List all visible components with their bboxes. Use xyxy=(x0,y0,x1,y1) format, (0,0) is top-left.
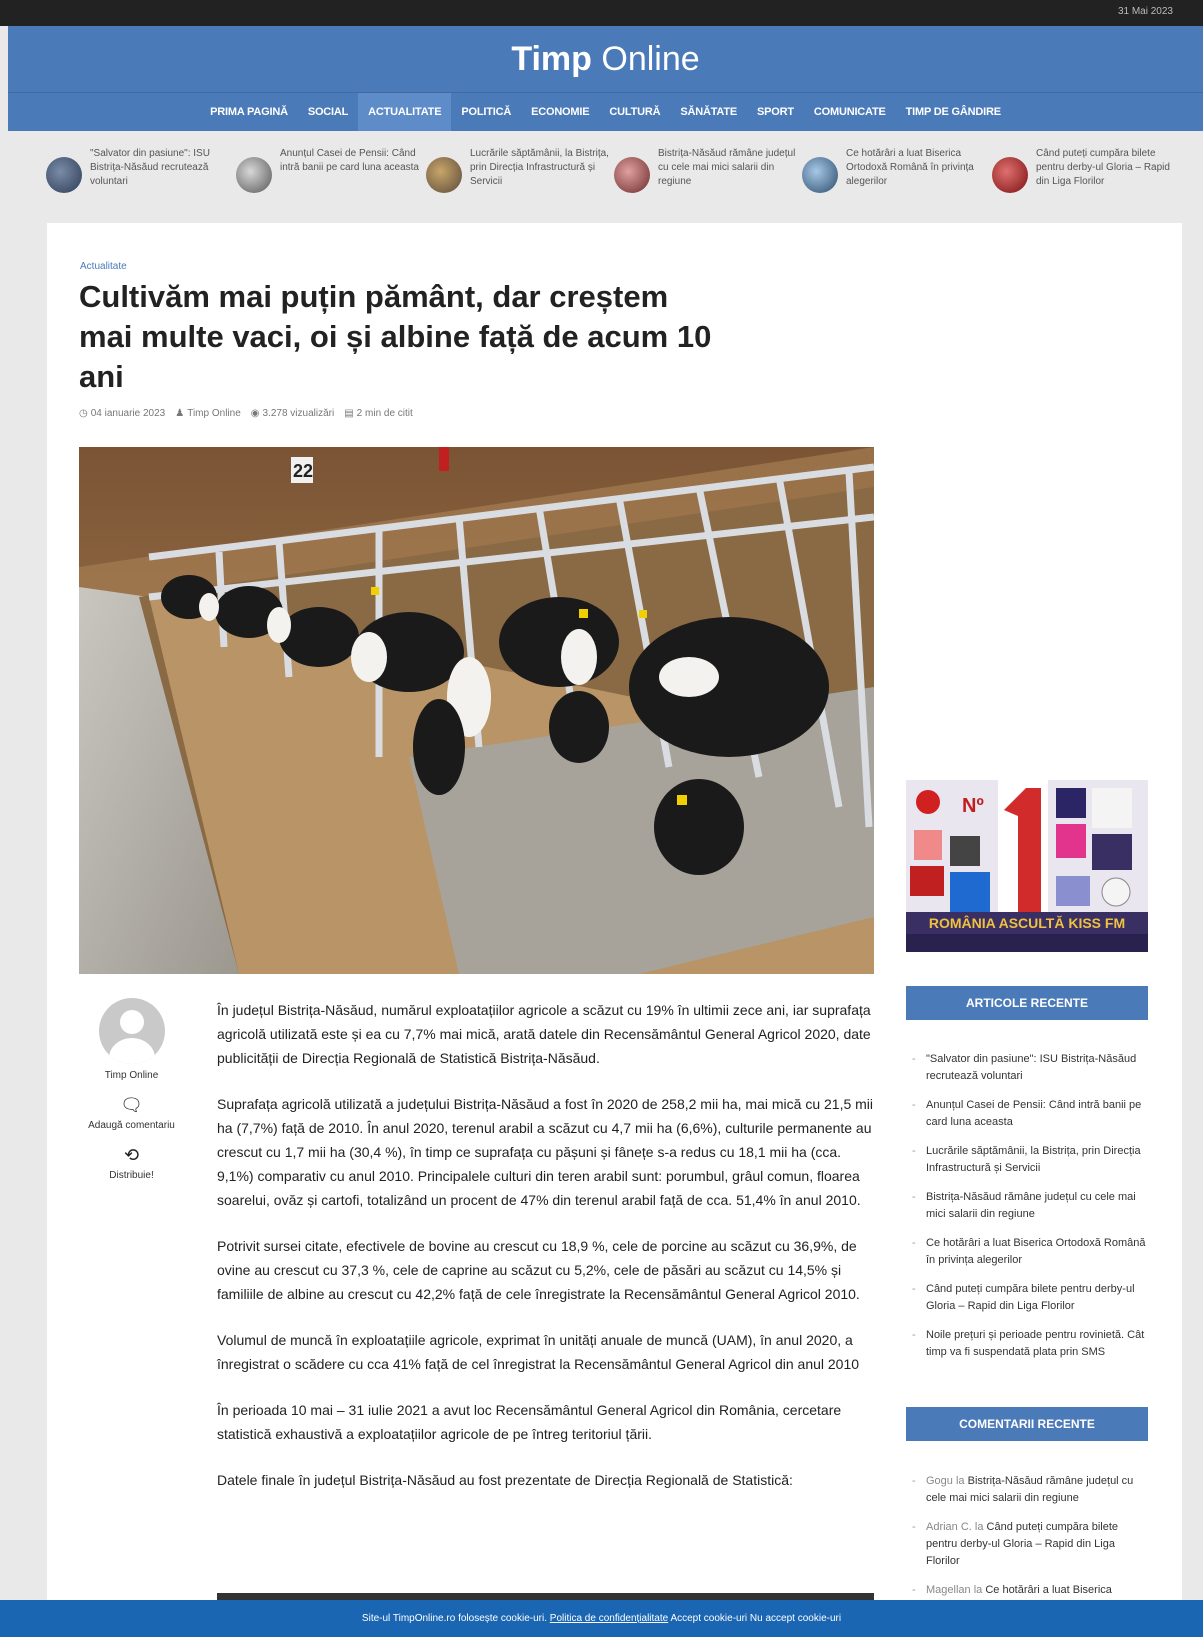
author-name[interactable]: Timp Online xyxy=(79,1070,184,1081)
ticker-item-title: Când puteți cumpăra bilete pentru derby-… xyxy=(1036,148,1170,187)
ticker-item[interactable]: Ce hotărâri a luat Biserica Ortodoxă Rom… xyxy=(802,147,982,207)
recent-article-link[interactable]: Ce hotărâri a luat Biserica Ortodoxă Rom… xyxy=(912,1235,1148,1269)
cows-barn-photo: 22 xyxy=(79,447,874,974)
nav-item-comunicate[interactable]: COMUNICATE xyxy=(804,93,896,132)
ticker-item[interactable]: Lucrările săptămânii, la Bistrița, prin … xyxy=(426,147,609,207)
ticker-item-title: Ce hotărâri a luat Biserica Ortodoxă Rom… xyxy=(846,148,974,187)
site-logo[interactable]: Timp Online xyxy=(8,26,1203,92)
ticker-item[interactable]: Când puteți cumpăra bilete pentru derby-… xyxy=(992,147,1172,207)
ad-fine-print xyxy=(906,934,1148,952)
ticker-thumbnail xyxy=(614,157,650,193)
article-paragraph: Suprafața agricolă utilizată a județului… xyxy=(217,1096,874,1208)
article-paragraph: În perioada 10 mai – 31 iulie 2021 a avu… xyxy=(217,1402,842,1442)
article-hero-image: 22 xyxy=(79,447,874,974)
recent-comment[interactable]: Gogu la Bistrița-Năsăud rămâne județul c… xyxy=(912,1473,1148,1507)
ticker-item-title: Anunțul Casei de Pensii: Când intră bani… xyxy=(280,148,419,173)
meta-date: ◷ 04 ianuarie 2023 xyxy=(79,408,166,419)
ticker-thumbnail xyxy=(426,157,462,193)
recent-article-link[interactable]: Noile prețuri și perioade pentru rovinie… xyxy=(912,1327,1148,1361)
article-paragraph: În județul Bistrița-Năsăud, numărul expl… xyxy=(217,1002,871,1066)
accept-cookies-button[interactable]: Accept cookie-uri xyxy=(670,1613,747,1624)
reject-cookies-button[interactable]: Nu accept cookie-uri xyxy=(750,1613,841,1624)
recent-comments-heading: COMENTARII RECENTE xyxy=(906,1407,1148,1441)
ticker-item[interactable]: Anunțul Casei de Pensii: Când intră bani… xyxy=(236,147,419,207)
author-box: Timp Online 🗨 Adaugă comentariu ⟲ Distri… xyxy=(79,994,184,1181)
svg-text:Nº: Nº xyxy=(962,795,984,817)
meta-author[interactable]: ♟ Timp Online xyxy=(175,408,241,419)
ad-artwork: Nº xyxy=(906,780,1148,912)
clock-icon: ◷ xyxy=(79,408,88,419)
ticker-thumbnail xyxy=(236,157,272,193)
nav-item-politica[interactable]: POLITICĂ xyxy=(451,93,521,132)
meta-views: ◉ 3.278 vizualizări xyxy=(250,408,335,419)
article-title: Cultivăm mai puțin pământ, dar creștem m… xyxy=(79,279,712,394)
recent-article-link[interactable]: Lucrările săptămânii, la Bistrița, prin … xyxy=(912,1143,1148,1177)
article-paragraph: Volumul de muncă în exploatațiile agrico… xyxy=(217,1332,860,1372)
article-meta: ◷ 04 ianuarie 2023 ♟ Timp Online ◉ 3.278 vi… xyxy=(79,408,413,419)
article-body: În județul Bistrița-Năsăud, numărul expl… xyxy=(217,998,875,1514)
ticker-thumbnail xyxy=(992,157,1028,193)
ticker-item[interactable]: "Salvator din pasiune": ISU Bistrița-Năs… xyxy=(46,147,226,207)
nav-item-economie[interactable]: ECONOMIE xyxy=(521,93,599,132)
privacy-policy-link[interactable]: Politica de confidențialitate xyxy=(550,1613,668,1624)
ticker-thumbnail xyxy=(802,157,838,193)
recent-comment[interactable]: Adrian C. la Când puteți cumpăra bilete … xyxy=(912,1519,1148,1570)
cookie-text: Site-ul TimpOnline.ro folosește cookie-u… xyxy=(361,1613,547,1624)
comment-icon[interactable]: 🗨 xyxy=(79,1095,184,1116)
share-link[interactable]: Distribuie! xyxy=(79,1170,184,1181)
ad-tagline: ROMÂNIA ASCULTĂ KISS FM xyxy=(906,912,1148,934)
nav-item-actualitate[interactable]: ACTUALITATE xyxy=(358,92,452,132)
author-avatar[interactable] xyxy=(98,998,165,1064)
nav-item-cultura[interactable]: CULTURĂ xyxy=(599,93,670,132)
add-comment-link[interactable]: Adaugă comentariu xyxy=(79,1120,184,1131)
nav-item-sport[interactable]: SPORT xyxy=(747,93,804,132)
recent-article-link[interactable]: Anunțul Casei de Pensii: Când intră bani… xyxy=(912,1097,1148,1131)
share-icon[interactable]: ⟲ xyxy=(79,1145,184,1166)
nav-item-social[interactable]: SOCIAL xyxy=(298,93,358,132)
ticker-item-title: Bistrița-Năsăud rămâne județul cu cele m… xyxy=(658,148,796,187)
recent-comments-list: Gogu la Bistrița-Năsăud rămâne județul c… xyxy=(912,1473,1148,1611)
article-paragraph: Datele finale în județul Bistrița-Năsăud… xyxy=(217,1472,793,1488)
article-paragraph: Potrivit sursei citate, efectivele de bo… xyxy=(217,1238,860,1302)
ticker-item-title: Lucrările săptămânii, la Bistrița, prin … xyxy=(470,148,609,187)
article-category[interactable]: Actualitate xyxy=(80,261,127,272)
user-icon: ♟ xyxy=(175,408,185,419)
book-icon: ▤ xyxy=(344,408,354,419)
nav-item-sanatate[interactable]: SĂNĂTATE xyxy=(670,93,747,132)
nav-item-timp-de-gandire[interactable]: TIMP DE GÂNDIRE xyxy=(896,93,1011,132)
svg-text:22: 22 xyxy=(293,461,313,481)
main-nav: PRIMA PAGINĂ SOCIAL ACTUALITATE POLITICĂ… xyxy=(8,92,1203,132)
recent-articles-heading: ARTICOLE RECENTE xyxy=(906,986,1148,1020)
recent-articles-list: "Salvator din pasiune": ISU Bistrița-Năs… xyxy=(912,1051,1148,1373)
recent-article-link[interactable]: Când puteți cumpăra bilete pentru derby-… xyxy=(912,1281,1148,1315)
top-bar: 31 Mai 2023 xyxy=(0,0,1203,26)
recent-comment[interactable]: Magellan la Ce hotărâri a luat Biserica xyxy=(912,1582,1148,1599)
recent-article-link[interactable]: "Salvator din pasiune": ISU Bistrița-Năs… xyxy=(912,1051,1148,1085)
recent-article-link[interactable]: Bistrița-Năsăud rămâne județul cu cele m… xyxy=(912,1189,1148,1223)
ticker-thumbnail xyxy=(46,157,82,193)
site-header: Timp Online xyxy=(8,26,1203,92)
cookie-banner: Site-ul TimpOnline.ro folosește cookie-u… xyxy=(0,1600,1203,1637)
kiss-fm-ad-banner[interactable]: Nº ROMÂNIA ASCULTĂ KISS FM xyxy=(906,780,1148,952)
nav-item-prima-pagina[interactable]: PRIMA PAGINĂ xyxy=(200,93,298,132)
news-ticker: "Salvator din pasiune": ISU Bistrița-Năs… xyxy=(8,131,1203,223)
ticker-item[interactable]: Bistrița-Năsăud rămâne județul cu cele m… xyxy=(614,147,795,207)
top-bar-date: 31 Mai 2023 xyxy=(1117,6,1173,17)
eye-icon: ◉ xyxy=(250,408,260,419)
meta-read-time: ▤ 2 min de citit xyxy=(344,408,413,419)
ticker-item-title: "Salvator din pasiune": ISU Bistrița-Năs… xyxy=(90,148,210,187)
